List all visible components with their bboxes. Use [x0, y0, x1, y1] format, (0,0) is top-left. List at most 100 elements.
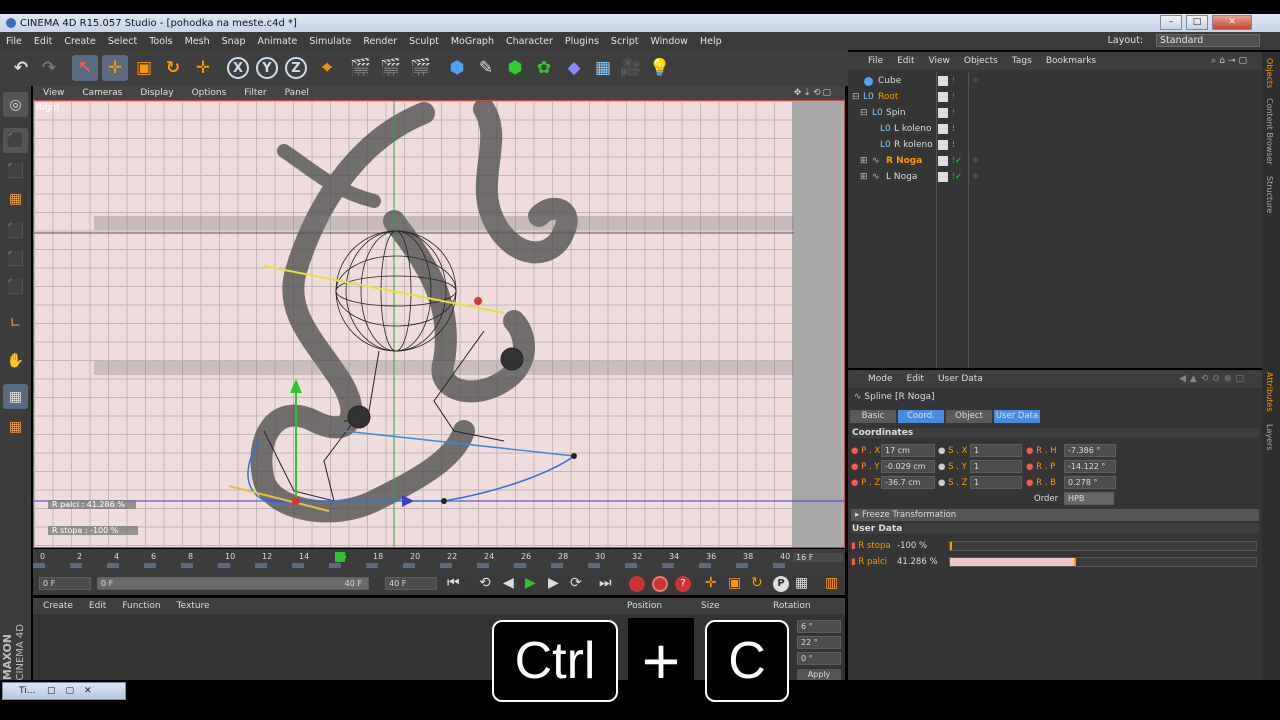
- tweak-mode-icon[interactable]: ✋: [3, 348, 28, 373]
- menu-select[interactable]: Select: [102, 36, 143, 47]
- material-menu-texture[interactable]: Texture: [167, 601, 216, 611]
- side-tab-layers[interactable]: Layers: [1265, 424, 1274, 450]
- scale-tool-icon[interactable]: ▣: [131, 55, 157, 81]
- visibility-dots-icon[interactable]: ⁝✓: [952, 153, 962, 169]
- tab-object[interactable]: Object: [946, 410, 992, 423]
- timeline-playhead[interactable]: [335, 552, 345, 562]
- record-position-icon[interactable]: ✛: [705, 575, 717, 591]
- snapping-icon[interactable]: ▦: [3, 384, 28, 409]
- menu-help[interactable]: Help: [694, 36, 728, 47]
- object-row-l-noga[interactable]: ⊞ ∿ L Noga ⁝✓ ⁘: [848, 169, 1262, 185]
- visibility-dots-icon[interactable]: ⁝✓: [952, 169, 962, 185]
- layer-checkbox-icon[interactable]: [938, 124, 948, 134]
- menu-create[interactable]: Create: [58, 36, 102, 47]
- rotate-tool-icon[interactable]: ↻: [160, 55, 186, 81]
- maximize-button[interactable]: □: [1186, 15, 1208, 30]
- field-r-p[interactable]: ● R . P -14.122 °: [1026, 460, 1116, 474]
- viewport-menu-cameras[interactable]: Cameras: [72, 88, 130, 98]
- value-r-b[interactable]: 0.278 °: [1064, 476, 1116, 489]
- visibility-dots-icon[interactable]: ⁝: [952, 89, 955, 105]
- field-p-y[interactable]: ● P . Y -0.029 cm: [851, 460, 935, 474]
- object-row-l-koleno[interactable]: L0 L koleno ⁝: [848, 121, 1262, 137]
- object-row-r-noga[interactable]: ⊞ ∿ R Noga ⁝✓ ⁘: [848, 153, 1262, 169]
- object-menu-view[interactable]: View: [921, 56, 956, 66]
- object-row-cube[interactable]: Cube ⁝ ⁘: [848, 73, 1262, 89]
- menu-script[interactable]: Script: [605, 36, 645, 47]
- hud-r-palci[interactable]: R palci : 41.286 %: [48, 500, 136, 509]
- layer-checkbox-icon[interactable]: [938, 76, 948, 86]
- attribute-nav-icons[interactable]: ◀▲⟲⊙⊕▢: [1171, 374, 1254, 384]
- start-frame-field[interactable]: 0 F: [39, 577, 91, 590]
- timeline-window-icon[interactable]: ▥: [825, 575, 838, 591]
- order-dropdown[interactable]: HPB: [1064, 492, 1114, 505]
- viewport-menu-view[interactable]: View: [33, 88, 72, 98]
- menu-plugins[interactable]: Plugins: [559, 36, 605, 47]
- previous-key-icon[interactable]: ⟲: [479, 575, 491, 591]
- record-keys-icon[interactable]: [629, 576, 645, 592]
- expand-toggle-icon[interactable]: ⊞: [860, 169, 868, 185]
- tab-user-data[interactable]: User Data: [994, 410, 1040, 423]
- menu-window[interactable]: Window: [644, 36, 693, 47]
- taskbar-item[interactable]: Ti... ▢▢✕: [2, 682, 126, 700]
- coord-apply-button[interactable]: Apply: [797, 669, 841, 680]
- value-p-z[interactable]: -36.7 cm: [881, 476, 935, 489]
- light-icon[interactable]: 💡: [647, 55, 673, 81]
- make-editable-icon[interactable]: ◎: [3, 92, 28, 117]
- side-tab-attributes[interactable]: Attributes: [1265, 372, 1274, 412]
- object-menu-objects[interactable]: Objects: [956, 56, 1004, 66]
- viewport-nav-icons[interactable]: ✥⇣⟲▢: [784, 88, 841, 98]
- field-r-stopa[interactable]: ▮ R stopa -100 %: [851, 539, 1259, 553]
- viewport-menu-panel[interactable]: Panel: [275, 88, 317, 98]
- cube-primitive-icon[interactable]: ⬢: [444, 55, 470, 81]
- field-p-x[interactable]: ● P . X 17 cm: [851, 444, 935, 458]
- transform-tool-icon[interactable]: ✛: [190, 55, 216, 81]
- spline-point[interactable]: [571, 453, 577, 459]
- side-tab-structure[interactable]: Structure: [1265, 176, 1274, 213]
- live-selection-icon[interactable]: ↖: [72, 55, 98, 81]
- field-r-h[interactable]: ● R . H -7.386 °: [1026, 444, 1116, 458]
- field-s-z[interactable]: ● S . Z 1: [938, 476, 1022, 490]
- object-menu-tags[interactable]: Tags: [1004, 56, 1038, 66]
- taskbar-item-controls[interactable]: ▢▢✕: [47, 683, 102, 699]
- field-order[interactable]: Order HPB: [1034, 492, 1114, 506]
- next-frame-icon[interactable]: ▶: [548, 575, 559, 591]
- array-icon[interactable]: ✿: [531, 55, 557, 81]
- keyframe-selection-icon[interactable]: ?: [675, 576, 691, 592]
- layer-checkbox-icon[interactable]: [938, 108, 948, 118]
- menu-snap[interactable]: Snap: [216, 36, 252, 47]
- workplane-lock-icon[interactable]: ▦: [3, 414, 28, 439]
- current-frame-field[interactable]: 16 F: [793, 553, 843, 562]
- slider-r-palci[interactable]: [949, 557, 1257, 567]
- layer-checkbox-icon[interactable]: [938, 172, 948, 182]
- spline-point[interactable]: [441, 498, 447, 504]
- tab-coord[interactable]: Coord.: [898, 410, 944, 423]
- attribute-menu-mode[interactable]: Mode: [848, 374, 899, 384]
- value-r-p[interactable]: -14.122 °: [1064, 460, 1116, 473]
- object-menu-bookmarks[interactable]: Bookmarks: [1038, 56, 1102, 66]
- visibility-dots-icon[interactable]: ⁝: [952, 105, 955, 121]
- menu-character[interactable]: Character: [500, 36, 559, 47]
- scene-floor-icon[interactable]: ▦: [590, 55, 616, 81]
- spline-pen-icon[interactable]: ✎: [473, 55, 499, 81]
- polygons-mode-icon[interactable]: ⬛: [3, 274, 28, 299]
- tag-icon[interactable]: ⁘: [972, 73, 980, 89]
- points-mode-icon[interactable]: ⬛: [3, 218, 28, 243]
- value-s-x[interactable]: 1: [970, 444, 1022, 457]
- render-settings-icon[interactable]: 🎬: [408, 55, 434, 81]
- ik-tag-icon[interactable]: ⁘: [972, 153, 980, 169]
- value-r-h[interactable]: -7.386 °: [1064, 444, 1116, 457]
- camera-icon[interactable]: 🎥: [618, 55, 644, 81]
- viewport-right[interactable]: Right R palci : 41.286 % R stopa : -100 …: [33, 100, 845, 548]
- z-axis-lock-icon[interactable]: Z: [285, 57, 307, 79]
- object-row-root[interactable]: ⊟ L0 Root ⁝: [848, 89, 1262, 105]
- field-s-y[interactable]: ● S . Y 1: [938, 460, 1022, 474]
- viewport-menu-filter[interactable]: Filter: [234, 88, 274, 98]
- x-axis-lock-icon[interactable]: X: [227, 57, 249, 79]
- object-menu-file[interactable]: File: [848, 56, 889, 66]
- close-window-button[interactable]: ✕: [1212, 15, 1252, 30]
- side-tab-objects[interactable]: Objects: [1265, 58, 1274, 88]
- model-mode-icon[interactable]: ⬛: [3, 128, 28, 153]
- menu-edit[interactable]: Edit: [28, 36, 58, 47]
- go-to-end-icon[interactable]: ⏭: [599, 575, 612, 591]
- field-s-x[interactable]: ● S . X 1: [938, 444, 1022, 458]
